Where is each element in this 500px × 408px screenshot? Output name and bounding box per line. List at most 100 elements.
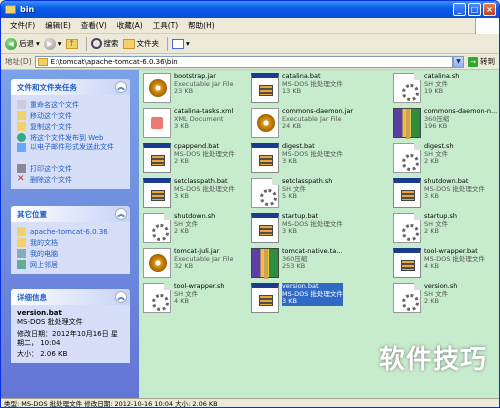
task-rename[interactable]: 重命名这个文件 [17,99,126,110]
detail-filename: version.bat [17,309,62,317]
file-item[interactable]: startup.bat MS-DOS 批处理文件 3 KB [251,213,363,247]
menu-tools[interactable]: 工具(T) [148,20,183,31]
place-my-computer[interactable]: 我的电脑 [17,248,126,259]
rename-icon [17,100,26,109]
file-size: 3 KB [424,192,439,200]
jar-file-icon [143,248,171,278]
file-size: 2 KB [174,157,189,165]
windows-logo-icon [475,18,499,34]
menu-bar: 文件(F) 编辑(E) 查看(V) 收藏(A) 工具(T) 帮助(H) [1,18,499,34]
rar-file-icon [393,108,421,139]
bat-file-icon [393,248,421,278]
title-bar[interactable]: bin _ □ × [1,1,499,18]
window-title: bin [20,5,35,14]
file-size: 3 KB [282,157,297,165]
task-email[interactable]: 以电子邮件形式发送此文件 [17,143,126,163]
computer-icon [17,249,26,258]
place-network[interactable]: 网上邻居 [17,259,126,270]
file-item[interactable]: digest.sh SH 文件 2 KB [393,143,499,177]
rar-file-icon [251,248,279,279]
bat-file-icon [251,143,279,173]
folders-label: 文件夹 [136,39,160,48]
collapse-chevron-icon[interactable]: ︽ [115,291,127,303]
bat-file-icon [143,178,171,208]
file-size: 32 KB [174,262,194,270]
details-panel: 详细信息 ︽ version.bat MS-DOS 批处理文件 修改日期：201… [11,289,130,363]
task-label: 以电子邮件形式发送此文件 [30,143,114,151]
forward-button[interactable]: ▶ ▾ [43,37,62,50]
file-item[interactable]: tool-wrapper.sh SH 文件 4 KB [143,283,255,317]
close-button[interactable]: × [483,3,496,16]
task-print[interactable]: 打印这个文件 [17,163,126,174]
back-arrow-icon: ◀ [5,37,17,50]
file-size: 253 KB [282,262,306,270]
jar-file-icon [143,73,171,103]
task-label: 复制这个文件 [30,122,72,131]
file-size: 2 KB [174,227,189,235]
file-tasks-header[interactable]: 文件和文件夹任务 ︽ [11,79,130,95]
file-item[interactable]: bootstrap.jar Executable Jar File 23 KB [143,73,255,107]
menu-favorites[interactable]: 收藏(A) [112,20,148,31]
file-item[interactable]: digest.bat MS-DOS 批处理文件 3 KB [251,143,363,177]
file-size: 2 KB [424,157,439,165]
xml-file-icon [143,108,171,138]
file-item[interactable]: catalina-tasks.xml XML Document 3 KB [143,108,255,142]
address-dropdown-button[interactable]: ▼ [453,55,464,68]
file-size: 3 KB [282,297,343,306]
other-places-panel: 其它位置 ︽ apache-tomcat-6.0.36 我的文档 我的电脑 网上… [11,206,130,274]
back-button[interactable]: ◀ 后退 ▾ [5,37,40,50]
collapse-chevron-icon[interactable]: ︽ [115,208,127,220]
menu-view[interactable]: 查看(V) [76,20,112,31]
maximize-button[interactable]: □ [468,3,481,16]
file-item[interactable]: cpappend.bat MS-DOS 批处理文件 2 KB [143,143,255,177]
go-button[interactable]: → 转到 [464,56,499,67]
menu-edit[interactable]: 编辑(E) [40,20,76,31]
detail-type: MS-DOS 批处理文件 [17,318,83,326]
toolbar: ◀ 后退 ▾ ▶ ▾ ↑ 搜索 文件夹 ▾ [1,34,499,54]
folder-icon [17,227,26,236]
file-item[interactable]: tool-wrapper.bat MS-DOS 批处理文件 4 KB [393,248,499,282]
file-item[interactable]: startup.sh SH 文件 2 KB [393,213,499,247]
file-size: 196 KB [424,122,448,130]
file-item[interactable]: version.sh SH 文件 2 KB [393,283,499,317]
menu-help[interactable]: 帮助(H) [183,20,220,31]
details-header[interactable]: 详细信息 ︽ [11,289,130,305]
move-icon [17,111,26,120]
task-delete[interactable]: ✕ 删除这个文件 [17,174,126,185]
other-places-header[interactable]: 其它位置 ︽ [11,206,130,222]
file-item[interactable]: tomcat-native.ta... 360压缩 253 KB [251,248,363,282]
place-parent-folder[interactable]: apache-tomcat-6.0.36 [17,226,126,237]
file-item[interactable]: setclasspath.bat MS-DOS 批处理文件 3 KB [143,178,255,212]
address-input[interactable]: E:\tomcat\apache-tomcat-6.0.36\bin [34,55,453,68]
file-item[interactable]: setclasspath.sh SH 文件 5 KB [251,178,363,212]
views-button[interactable]: ▾ [172,38,190,49]
printer-icon [17,164,26,173]
place-my-documents[interactable]: 我的文档 [17,237,126,248]
explorer-window: bin _ □ × 文件(F) 编辑(E) 查看(V) 收藏(A) 工具(T) … [0,0,500,408]
file-item[interactable]: commons-daemon.jar Executable Jar File 24 … [251,108,363,142]
minimize-button[interactable]: _ [453,3,466,16]
detail-size: 大小： 2.06 KB [17,350,68,358]
sh-file-icon [393,73,421,103]
task-copy[interactable]: 复制这个文件 [17,121,126,132]
file-item[interactable]: catalina.bat MS-DOS 批处理文件 13 KB [251,73,363,107]
file-item[interactable]: shutdown.bat MS-DOS 批处理文件 3 KB [393,178,499,212]
collapse-chevron-icon[interactable]: ︽ [115,81,127,93]
file-item[interactable]: version.bat MS-DOS 批处理文件 3 KB [251,283,363,317]
other-places-title: 其它位置 [17,209,47,219]
go-arrow-icon: → [468,56,478,67]
file-item[interactable]: catalina.sh SH 文件 19 KB [393,73,499,107]
file-size: 3 KB [174,122,189,130]
folder-icon [5,5,16,14]
search-button[interactable]: 搜索 [90,38,119,49]
task-publish-web[interactable]: 将这个文件发布到 Web [17,132,126,143]
menu-file[interactable]: 文件(F) [5,20,40,31]
task-move[interactable]: 移动这个文件 [17,110,126,121]
file-item[interactable]: tomcat-juli.jar Executable Jar File 32 KB [143,248,255,282]
bat-file-icon [251,73,279,103]
file-item[interactable]: commons-daemon-n... 360压缩 196 KB [393,108,499,142]
up-button[interactable]: ↑ [65,38,78,49]
file-item[interactable]: shutdown.sh SH 文件 2 KB [143,213,255,247]
folders-button[interactable]: 文件夹 [122,38,160,49]
file-size: 4 KB [174,297,189,305]
